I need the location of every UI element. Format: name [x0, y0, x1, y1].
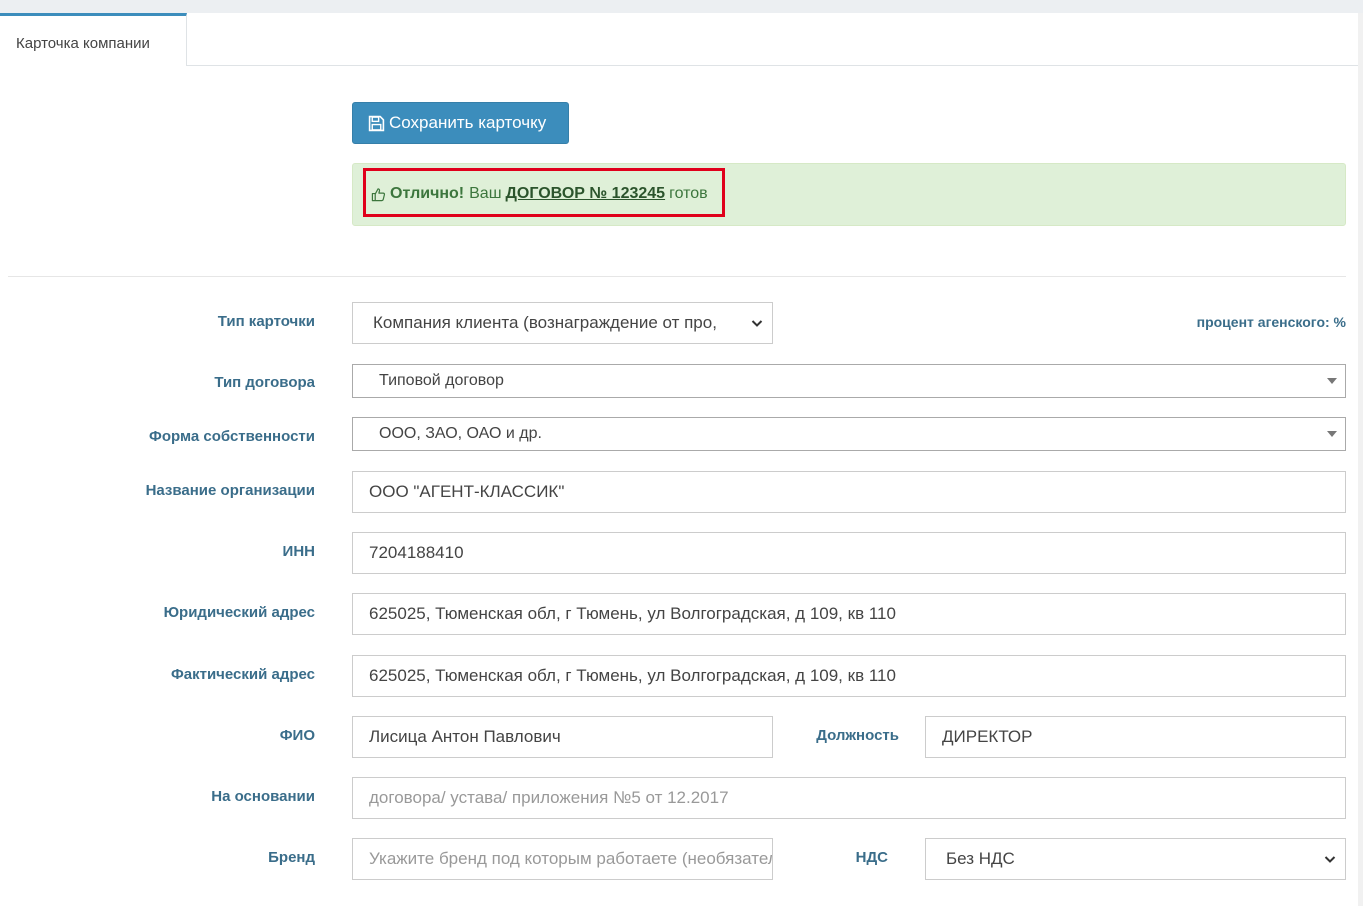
alert-strong: Отлично!: [390, 185, 465, 202]
floppy-disk-icon: [368, 115, 385, 132]
divider: [8, 276, 1346, 277]
ownership-value: ООО, ЗАО, ОАО и др.: [379, 425, 542, 442]
legal-address-value: 625025, Тюменская обл, г Тюмень, ул Волг…: [369, 604, 896, 623]
org-name-value: ООО "АГЕНТ-КЛАССИК": [369, 482, 565, 501]
card-type-select[interactable]: Компания клиента (вознаграждение от про,: [352, 302, 773, 344]
chevron-down-icon: [1323, 852, 1337, 866]
basis-label: На основании: [211, 788, 315, 805]
position-field[interactable]: ДИРЕКТОР: [925, 716, 1346, 758]
ownership-select[interactable]: ООО, ЗАО, ОАО и др.: [352, 417, 1346, 451]
brand-field[interactable]: Укажите бренд под которым работаете (нео…: [352, 838, 773, 880]
legal-address-label: Юридический адрес: [163, 604, 315, 621]
save-card-button[interactable]: Сохранить карточку: [352, 102, 569, 144]
contract-type-select[interactable]: Типовой договор: [352, 364, 1346, 398]
position-label: Должность: [816, 727, 899, 744]
org-name-field[interactable]: ООО "АГЕНТ-КЛАССИК": [352, 471, 1346, 513]
card-type-value: Компания клиента (вознаграждение от про,: [373, 313, 717, 332]
vat-label: НДС: [855, 849, 888, 866]
inn-label: ИНН: [282, 543, 315, 560]
contract-type-label: Тип договора: [214, 374, 315, 391]
chevron-down-icon: [750, 316, 764, 330]
fio-label: ФИО: [279, 727, 315, 744]
org-name-label: Название организации: [145, 482, 315, 499]
alert-prefix: Ваш: [469, 185, 502, 202]
inn-value: 7204188410: [369, 543, 464, 562]
caret-down-icon: [1327, 431, 1337, 437]
top-strip: [0, 0, 1363, 13]
agency-percent-label: процент агенского: %: [1196, 314, 1346, 330]
inn-field[interactable]: 7204188410: [352, 532, 1346, 574]
caret-down-icon: [1327, 378, 1337, 384]
thumbs-up-icon: [371, 187, 386, 202]
ownership-label: Форма собственности: [149, 428, 315, 445]
brand-label: Бренд: [268, 849, 315, 866]
scrollbar[interactable]: [1358, 13, 1363, 906]
contract-link[interactable]: ДОГОВОР № 123245: [506, 185, 666, 203]
tab-bar: Карточка компании: [0, 13, 1358, 66]
fio-field[interactable]: Лисица Антон Павлович: [352, 716, 773, 758]
basis-placeholder: договора/ устава/ приложения №5 от 12.20…: [369, 788, 729, 807]
basis-field[interactable]: договора/ устава/ приложения №5 от 12.20…: [352, 777, 1346, 819]
save-card-label: Сохранить карточку: [389, 113, 547, 132]
card-type-label: Тип карточки: [217, 313, 315, 330]
tab-company-card[interactable]: Карточка компании: [0, 13, 187, 66]
alert-message: Отлично! Ваш ДОГОВОР № 123245 готов: [371, 184, 708, 204]
alert-suffix: готов: [669, 185, 708, 202]
contract-type-value: Типовой договор: [379, 372, 504, 389]
legal-address-field[interactable]: 625025, Тюменская обл, г Тюмень, ул Волг…: [352, 593, 1346, 635]
actual-address-value: 625025, Тюменская обл, г Тюмень, ул Волг…: [369, 666, 896, 685]
brand-placeholder: Укажите бренд под которым работаете (нео…: [369, 849, 773, 868]
position-value: ДИРЕКТОР: [942, 727, 1033, 746]
actual-address-field[interactable]: 625025, Тюменская обл, г Тюмень, ул Волг…: [352, 655, 1346, 697]
vat-value: Без НДС: [946, 849, 1015, 868]
actual-address-label: Фактический адрес: [170, 666, 315, 683]
fio-value: Лисица Антон Павлович: [369, 727, 561, 746]
vat-select[interactable]: Без НДС: [925, 838, 1346, 880]
